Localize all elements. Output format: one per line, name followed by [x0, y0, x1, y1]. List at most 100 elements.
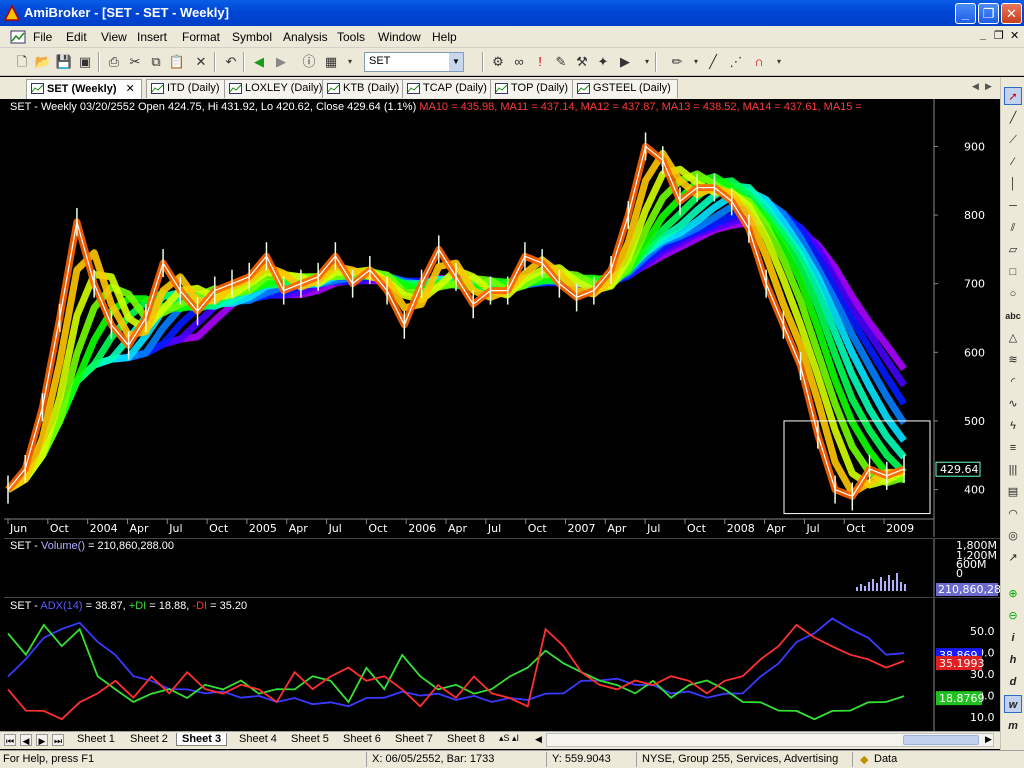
volume-chart[interactable]: 1,800M1,200M600M0210,860,28	[4, 539, 1000, 597]
menu-edit[interactable]: Edit	[66, 30, 87, 44]
save-all-icon[interactable]: ▣	[76, 53, 94, 71]
channel-icon[interactable]: ▱	[1004, 241, 1022, 259]
close-button[interactable]: ✕	[1001, 3, 1022, 24]
menu-symbol[interactable]: Symbol	[232, 30, 272, 44]
chart-area[interactable]: SET - Weekly 03/20/2552 Open 424.75, Hi …	[0, 99, 1000, 732]
period-weekly-icon[interactable]: w	[1004, 695, 1022, 713]
tab-scroll-left-icon[interactable]: ◀	[972, 81, 979, 92]
horizontal-line-icon[interactable]: ─	[1004, 197, 1022, 215]
scrollbar-thumb[interactable]	[903, 735, 979, 745]
tab-itd[interactable]: ITD (Daily)	[146, 79, 227, 98]
trendline-icon[interactable]: ╱	[1004, 109, 1022, 127]
line-tool-icon[interactable]: ╱	[704, 53, 722, 71]
sheet-extra-controls[interactable]: ▴S ▴I	[494, 733, 524, 744]
tab-scroll-right-icon[interactable]: ▶	[985, 81, 992, 92]
menu-file[interactable]: File	[33, 30, 52, 44]
price-chart[interactable]: 900 800 700 600 500 400 429.64 Jun Oct 2004 Apr Jul…	[4, 99, 1000, 537]
scroll-left-icon[interactable]: ◀	[535, 734, 542, 745]
sheet-next-icon[interactable]: ▶	[36, 734, 48, 746]
document-chart-icon[interactable]	[10, 29, 26, 45]
sine-icon[interactable]: ∿	[1004, 395, 1022, 413]
zoom-in-icon[interactable]: ⊕	[1004, 585, 1022, 603]
horizontal-scrollbar[interactable]: ◀	[535, 733, 994, 747]
select-arrow-icon[interactable]: ➚	[1004, 87, 1022, 105]
period-intraday-icon[interactable]: i	[1004, 629, 1022, 647]
magnet-icon[interactable]: ∩	[750, 53, 768, 71]
period-hourly-icon[interactable]: h	[1004, 651, 1022, 669]
alert-icon[interactable]: !	[531, 53, 549, 71]
menu-view[interactable]: View	[101, 30, 127, 44]
adx-chart[interactable]: 50.040.030.020.010.038.86935.199318.8769	[4, 598, 1000, 732]
adx-pane[interactable]: SET - ADX(14) = 38.87, +DI = 18.88, -DI …	[4, 597, 1000, 732]
cut-icon[interactable]: ✂	[126, 53, 144, 71]
chevron-down-icon[interactable]: ▼	[449, 53, 463, 71]
zoom-out-icon[interactable]: ⊖	[1004, 607, 1022, 625]
tab-tcap[interactable]: TCAP (Daily)	[402, 79, 494, 98]
pencil-icon[interactable]: ✏	[668, 53, 686, 71]
ray-icon[interactable]: ⟋	[1004, 131, 1022, 149]
mdi-restore-icon[interactable]: ❐	[994, 29, 1004, 42]
spiral-icon[interactable]: ◎	[1004, 527, 1022, 545]
volume-pane[interactable]: SET - Volume() = 210,860,288.00 1,800M 1,…	[4, 538, 1000, 597]
fibonacci-icon[interactable]: ≡	[1004, 439, 1022, 457]
period-monthly-icon[interactable]: m	[1004, 717, 1022, 735]
calculator-icon[interactable]: ▦	[322, 53, 340, 71]
toolbar-dropdown-2-icon[interactable]: ▾	[638, 53, 656, 71]
gear-icon[interactable]: ⚙	[489, 53, 507, 71]
arrow-tool-icon[interactable]: ↗	[1004, 549, 1022, 567]
fib-timezones-icon[interactable]: |||	[1004, 461, 1022, 479]
sheet-tab-5[interactable]: Sheet 5	[286, 733, 334, 745]
delete-icon[interactable]: ✕	[192, 53, 210, 71]
info-icon[interactable]: ⓘ	[300, 53, 318, 71]
menu-format[interactable]: Format	[182, 30, 220, 44]
sheet-tab-4[interactable]: Sheet 4	[234, 733, 282, 745]
mdi-minimize-icon[interactable]: _	[980, 29, 986, 41]
sheet-last-icon[interactable]: ⏭	[52, 734, 64, 746]
rectangle-icon[interactable]: □	[1004, 263, 1022, 281]
back-icon[interactable]: ◀	[250, 53, 268, 71]
menu-tools[interactable]: Tools	[337, 30, 365, 44]
ellipse-icon[interactable]: ○	[1004, 285, 1022, 303]
vertical-line-icon[interactable]: │	[1004, 175, 1022, 193]
tool-icon[interactable]: ⚒	[573, 53, 591, 71]
price-pane[interactable]: SET - Weekly 03/20/2552 Open 424.75, Hi …	[4, 99, 1000, 537]
tab-gsteel[interactable]: GSTEEL (Daily)	[572, 79, 678, 98]
text-tool-icon[interactable]: abc	[1004, 307, 1022, 325]
sheet-tab-3[interactable]: Sheet 3	[176, 733, 228, 746]
sheet-tab-6[interactable]: Sheet 6	[338, 733, 386, 745]
parallel-lines-icon[interactable]: ⫽	[1004, 219, 1022, 237]
mdi-close-icon[interactable]: ✕	[1010, 29, 1019, 42]
play-icon[interactable]: ▶	[616, 53, 634, 71]
sheet-tab-1[interactable]: Sheet 1	[72, 733, 120, 745]
paste-icon[interactable]: 📋	[168, 53, 186, 71]
sheet-tab-8[interactable]: Sheet 8	[442, 733, 490, 745]
new-icon[interactable]: 🗋	[13, 53, 31, 71]
restore-button[interactable]: ❐	[978, 3, 999, 24]
formula-icon[interactable]: ✎	[552, 53, 570, 71]
tab-ktb[interactable]: KTB (Daily)	[322, 79, 407, 98]
toolbar-dropdown-icon[interactable]: ▾	[341, 53, 359, 71]
zigzag-icon[interactable]: ϟ	[1004, 417, 1022, 435]
menu-help[interactable]: Help	[432, 30, 457, 44]
pencil-dropdown-icon[interactable]: ▾	[687, 53, 705, 71]
wand-icon[interactable]: ✦	[594, 53, 612, 71]
fan-icon[interactable]: ≋	[1004, 351, 1022, 369]
tab-top[interactable]: TOP (Daily)	[490, 79, 576, 98]
period-daily-icon[interactable]: d	[1004, 673, 1022, 691]
tab-set-weekly[interactable]: SET (Weekly) ✕	[26, 79, 142, 99]
menu-insert[interactable]: Insert	[137, 30, 167, 44]
tab-loxley[interactable]: LOXLEY (Daily)	[224, 79, 330, 98]
magnet-dropdown-icon[interactable]: ▾	[770, 53, 788, 71]
menu-window[interactable]: Window	[378, 30, 421, 44]
copy-icon[interactable]: ⧉	[147, 53, 165, 71]
gann-grid-icon[interactable]: ▤	[1004, 483, 1022, 501]
menu-analysis[interactable]: Analysis	[283, 30, 328, 44]
sheet-tab-2[interactable]: Sheet 2	[125, 733, 173, 745]
dashed-line-icon[interactable]: ⋰	[727, 53, 745, 71]
undo-icon[interactable]: ↶	[222, 53, 240, 71]
print-icon[interactable]: ⎙	[105, 53, 123, 71]
extended-line-icon[interactable]: ⁄	[1004, 153, 1022, 171]
scroll-right-icon[interactable]: ▶	[985, 734, 992, 745]
minimize-button[interactable]: _	[955, 3, 976, 24]
arc-icon[interactable]: ◜	[1004, 373, 1022, 391]
